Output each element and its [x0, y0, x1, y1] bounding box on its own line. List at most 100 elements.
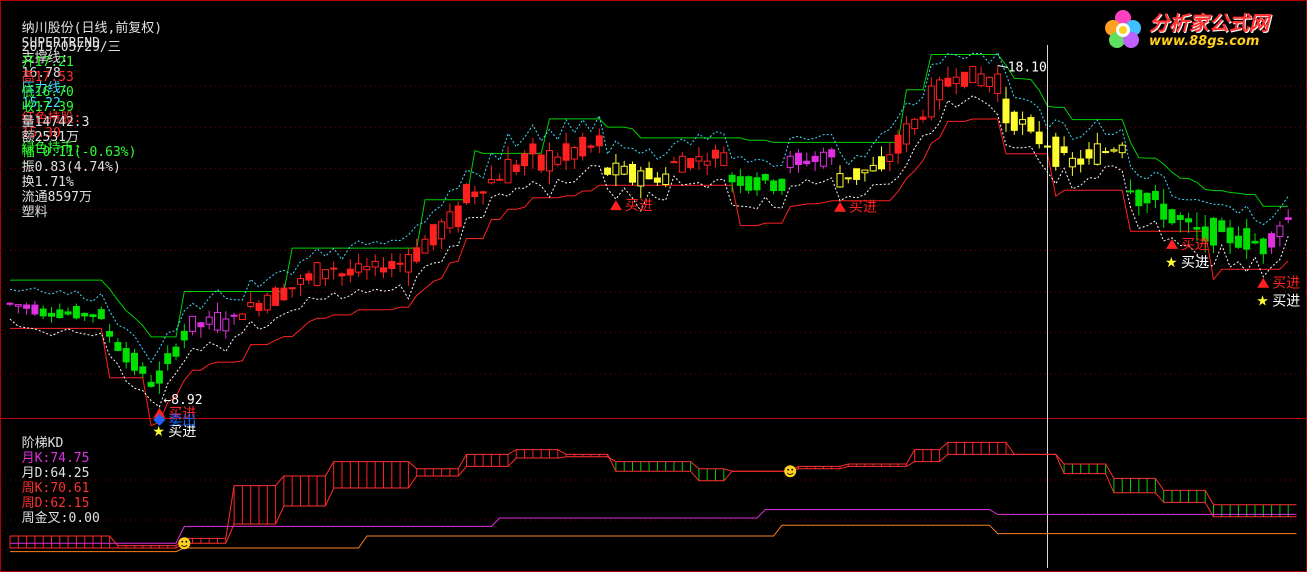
buy-label: 买进	[849, 200, 877, 216]
candle-body	[1176, 215, 1184, 220]
candle-body	[1243, 228, 1251, 250]
date: 2013/05/29/三	[21, 40, 121, 55]
kd-series-周K	[10, 441, 1297, 547]
candle-body	[961, 71, 968, 87]
candle-body	[14, 304, 22, 307]
open-value: 17.21	[34, 55, 74, 70]
candle-body	[106, 331, 114, 337]
high-label: 高	[21, 70, 35, 85]
candle-body	[587, 145, 595, 148]
change-label: 幅	[21, 145, 35, 160]
candle-body	[662, 173, 670, 185]
candle-body	[745, 176, 753, 191]
candle-body	[496, 178, 504, 181]
candle-body	[645, 167, 653, 180]
candle-body	[355, 263, 363, 273]
candle-body	[1127, 190, 1134, 193]
candle-body	[1226, 227, 1234, 244]
candle-body	[97, 309, 105, 320]
candle-body	[139, 366, 147, 374]
candle-body	[1268, 233, 1276, 248]
candle-body	[869, 164, 877, 172]
candle-body	[604, 167, 612, 175]
candle-body	[114, 342, 122, 351]
candle-body	[1010, 111, 1018, 131]
mk-label: 月K:	[21, 451, 51, 466]
smile-icon-eye	[787, 468, 790, 471]
candle-body	[836, 173, 844, 188]
candle-body	[853, 168, 861, 180]
amount-value: 2531万	[34, 130, 79, 145]
candle-body	[512, 164, 520, 172]
lower-band-line	[9, 95, 1289, 408]
close-value: 17.39	[34, 100, 74, 115]
change-value: -0.11(-0.63%)	[34, 145, 137, 160]
candle-body	[463, 183, 470, 204]
candle-body	[761, 173, 769, 181]
amount-label: 额	[21, 130, 35, 145]
candle-body	[297, 278, 304, 285]
candle-body	[720, 152, 728, 167]
candle-body	[1234, 235, 1242, 248]
candle-body	[1110, 149, 1118, 152]
candle-body	[1210, 217, 1217, 246]
star-buy-label: 买进	[1272, 294, 1300, 310]
chart-canvas[interactable]: 18.10←8.92买进买进 买进买进买进★ 买进★ 买进★ 买进卖出	[0, 0, 1307, 572]
candle-body	[81, 312, 89, 317]
candle-body	[487, 179, 495, 184]
wk-label: 周K:	[21, 481, 51, 496]
sector: 塑料	[21, 205, 48, 220]
wx-value: 0.00	[68, 511, 100, 526]
candle-body	[371, 260, 379, 268]
smile-icon-eye	[181, 540, 184, 543]
candle-body	[778, 178, 786, 191]
candle-body	[546, 150, 553, 172]
candle-body	[305, 273, 313, 281]
candle-body	[1276, 225, 1284, 238]
candle-body	[1060, 146, 1068, 154]
candle-body	[687, 158, 695, 169]
candle-body	[56, 309, 64, 319]
candle-body	[1118, 144, 1126, 154]
candle-body	[911, 118, 919, 130]
candle-body	[172, 346, 180, 357]
float-label: 流通	[21, 190, 48, 205]
candle-body	[1251, 240, 1259, 244]
candle-body	[380, 267, 387, 273]
vol-label: 量	[21, 115, 35, 130]
candle-body	[1143, 192, 1151, 204]
candle-body	[1259, 238, 1267, 255]
candle-body	[612, 162, 620, 176]
low-label: 低	[21, 85, 35, 100]
star-icon: ★	[1256, 294, 1269, 310]
candle-body	[313, 262, 321, 286]
buy-arrow-icon	[834, 201, 846, 212]
candle-body	[504, 159, 512, 184]
buy-arrow-icon	[609, 200, 622, 211]
candle-body	[1102, 151, 1110, 154]
candle-body	[819, 151, 827, 167]
open-label: 开	[21, 55, 35, 70]
lower-panel-header: 阶梯KD 月K:74.75 月D:64.25 周K:70.61 周D:62.15…	[6, 421, 100, 526]
candle-body	[1218, 220, 1226, 233]
candle-body	[861, 169, 869, 174]
candle-body	[288, 287, 296, 290]
candle-body	[214, 311, 221, 331]
candle-body	[263, 294, 271, 311]
smile-icon	[178, 537, 191, 550]
candle-body	[1085, 149, 1093, 159]
candle-body	[1077, 158, 1085, 165]
candle-body	[927, 85, 935, 118]
candle-body	[919, 116, 927, 120]
wd-label: 周D:	[21, 496, 51, 511]
candle-body	[1135, 189, 1143, 207]
candle-body	[712, 149, 719, 159]
mk-value: 74.75	[50, 451, 90, 466]
candle-body	[1052, 136, 1060, 167]
amp-label: 振	[21, 160, 35, 175]
candle-body	[280, 287, 288, 301]
close-label: 收	[21, 100, 35, 115]
candle-body	[1093, 143, 1101, 165]
candle-body	[753, 177, 761, 191]
candle-body	[770, 180, 778, 192]
